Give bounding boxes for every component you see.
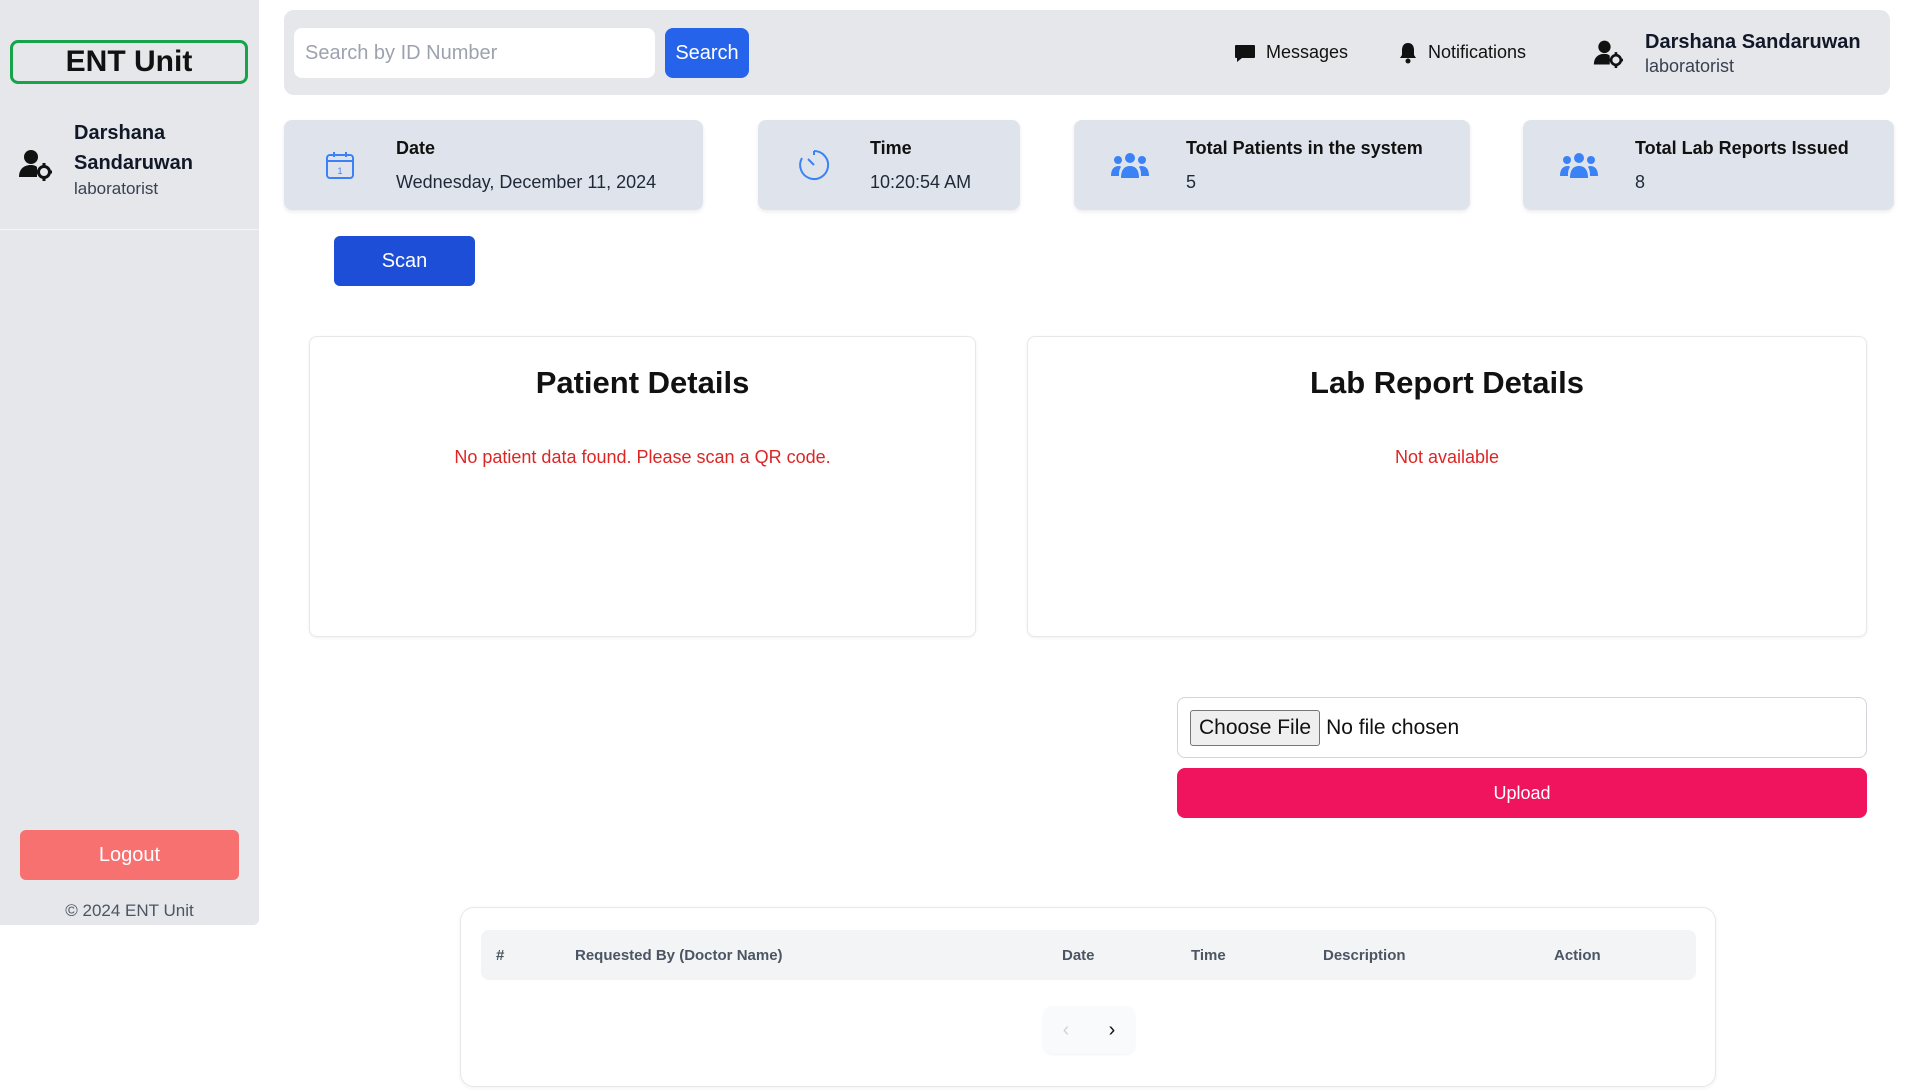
- top-user-role: laboratorist: [1645, 55, 1735, 76]
- file-input[interactable]: Choose File No file chosen: [1177, 697, 1867, 758]
- column-header-date: Date: [1062, 946, 1095, 964]
- patients-label: Total Patients in the system: [1186, 138, 1423, 158]
- sidebar: ENT Unit Darshana Sandaruwan laboratoris…: [0, 0, 259, 925]
- reports-value: 8: [1635, 172, 1646, 192]
- search-input[interactable]: [294, 28, 655, 78]
- date-card: 1 Date Wednesday, December 11, 2024: [284, 120, 703, 210]
- sidebar-divider: [0, 229, 259, 230]
- copyright-text: © 2024 ENT Unit: [65, 901, 194, 920]
- bell-icon: [1400, 42, 1416, 63]
- lab-requests-table: # Requested By (Doctor Name) Date Time D…: [460, 907, 1716, 1087]
- top-bar: Search Messages Notifications Darshana S…: [284, 10, 1890, 95]
- lab-report-panel: Lab Report Details Not available: [1027, 336, 1867, 637]
- column-header-index: #: [496, 946, 505, 964]
- patient-details-message: No patient data found. Please scan a QR …: [454, 447, 831, 467]
- svg-text:1: 1: [337, 166, 342, 176]
- user-gear-icon: [1593, 40, 1623, 68]
- pagination: ‹ ›: [1043, 1006, 1135, 1054]
- patients-card: Total Patients in the system 5: [1074, 120, 1470, 210]
- messages-label: Messages: [1266, 42, 1349, 62]
- sidebar-user-name: Darshana Sandaruwan: [74, 122, 193, 174]
- column-header-doctor: Requested By (Doctor Name): [575, 946, 783, 964]
- time-value: 10:20:54 AM: [870, 172, 972, 192]
- time-label: Time: [870, 138, 912, 158]
- clock-icon: [799, 149, 830, 180]
- column-header-time: Time: [1191, 946, 1226, 964]
- reports-label: Total Lab Reports Issued: [1635, 138, 1849, 158]
- message-icon: [1235, 44, 1255, 62]
- next-page-button[interactable]: ›: [1089, 1006, 1135, 1054]
- column-header-action: Action: [1554, 946, 1601, 964]
- messages-link[interactable]: Messages: [1234, 10, 1348, 95]
- table-header: # Requested By (Doctor Name) Date Time D…: [481, 930, 1696, 980]
- patient-details-title: Patient Details: [535, 365, 750, 400]
- reports-card: Total Lab Reports Issued 8: [1523, 120, 1894, 210]
- sidebar-user-role: laboratorist: [74, 179, 159, 198]
- calendar-icon: 1: [326, 152, 354, 179]
- date-label: Date: [396, 138, 436, 158]
- upload-button[interactable]: Upload: [1177, 768, 1867, 818]
- notifications-link[interactable]: Notifications: [1398, 10, 1526, 95]
- user-gear-icon: [19, 150, 52, 181]
- lab-report-message: Not available: [1394, 447, 1500, 467]
- time-card: Time 10:20:54 AM: [758, 120, 1020, 210]
- column-header-description: Description: [1323, 946, 1406, 964]
- prev-page-button[interactable]: ‹: [1043, 1006, 1089, 1054]
- lab-report-title: Lab Report Details: [1310, 365, 1584, 400]
- search-button[interactable]: Search: [665, 28, 749, 78]
- date-value: Wednesday, December 11, 2024: [396, 172, 657, 192]
- users-icon: [1560, 153, 1598, 178]
- notifications-label: Notifications: [1428, 42, 1527, 62]
- patients-value: 5: [1186, 172, 1197, 192]
- choose-file-button[interactable]: Choose File: [1190, 709, 1321, 746]
- sidebar-user: Darshana Sandaruwan laboratorist: [18, 118, 224, 200]
- users-icon: [1111, 153, 1149, 178]
- top-user-name: Darshana Sandaruwan: [1645, 30, 1861, 53]
- logout-button[interactable]: Logout: [20, 830, 239, 880]
- file-status: No file chosen: [1326, 715, 1460, 739]
- scan-button[interactable]: Scan: [334, 236, 475, 286]
- patient-details-panel: Patient Details No patient data found. P…: [309, 336, 976, 637]
- top-user-profile[interactable]: Darshana Sandaruwan laboratorist: [1593, 10, 1861, 95]
- brand-title: ENT Unit: [10, 40, 248, 84]
